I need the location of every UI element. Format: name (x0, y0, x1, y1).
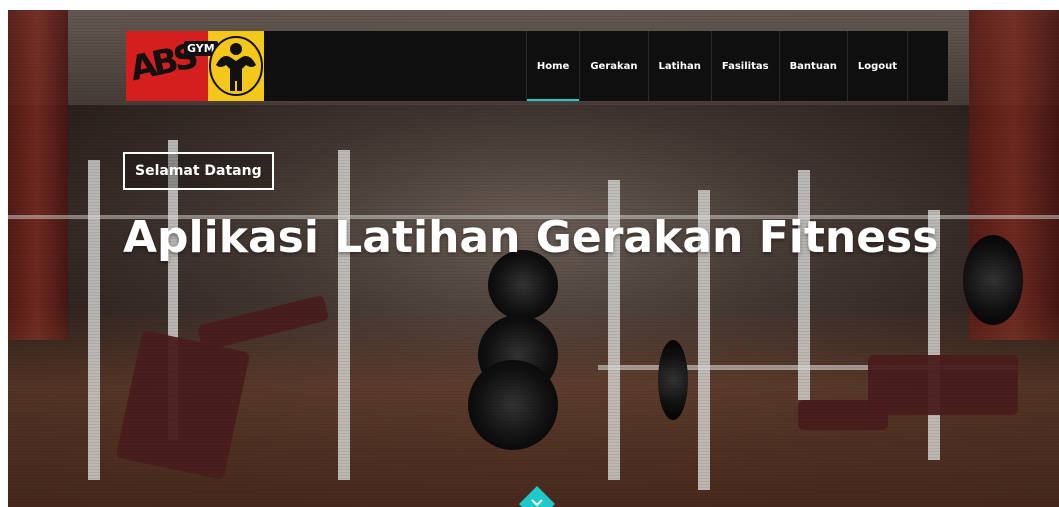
nav-latihan[interactable]: Latihan (647, 31, 711, 101)
nav-logout[interactable]: Logout (846, 31, 908, 101)
weight-plate (658, 340, 688, 420)
page: ABS GYM Home Gerakan Latihan Fasilitas B… (0, 0, 1059, 507)
machine-frame (88, 160, 100, 480)
machine-frame (338, 150, 350, 480)
nav-fasilitas[interactable]: Fasilitas (710, 31, 779, 101)
nav-bantuan[interactable]: Bantuan (778, 31, 847, 101)
bench-pad (798, 400, 888, 430)
bench-pad (868, 355, 1018, 415)
weight-plate (963, 235, 1023, 325)
weight-plate (468, 360, 558, 450)
nav-home[interactable]: Home (525, 31, 580, 101)
nav-gerakan[interactable]: Gerakan (579, 31, 647, 101)
navbar: ABS GYM Home Gerakan Latihan Fasilitas B… (126, 31, 948, 101)
hero-pillar-left (8, 10, 68, 340)
scroll-down-button[interactable] (519, 486, 555, 507)
bodybuilder-icon (209, 36, 263, 96)
hero-headline: Aplikasi Latihan Gerakan Fitness (123, 212, 939, 263)
welcome-badge: Selamat Datang (123, 152, 274, 190)
brand-logo[interactable]: ABS GYM (126, 31, 264, 101)
main-menu: Home Gerakan Latihan Fasilitas Bantuan L… (525, 31, 908, 101)
